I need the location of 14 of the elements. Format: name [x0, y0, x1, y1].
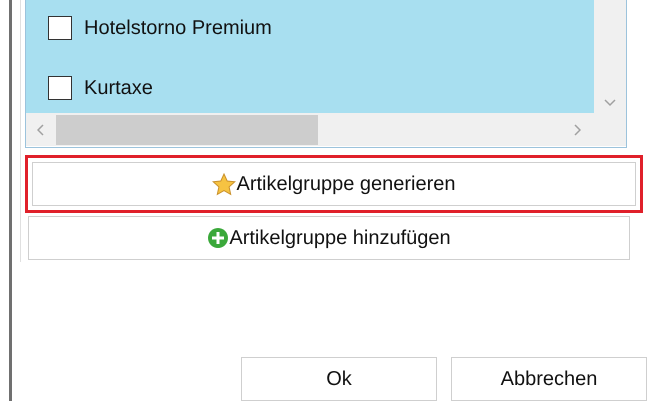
item-label: Hotelstorno Premium	[84, 16, 272, 41]
dialog-button[interactable]: Ok	[241, 357, 437, 401]
scrollbar-thumb[interactable]	[56, 114, 318, 144]
dialog-button[interactable]: Abbrechen	[451, 357, 647, 401]
checkbox[interactable]	[48, 16, 72, 40]
action-button[interactable]: Artikelgruppe hinzufügen	[28, 216, 630, 260]
scroll-left-icon[interactable]	[37, 124, 45, 136]
scroll-down-icon[interactable]	[604, 99, 616, 107]
action-button[interactable]: Artikelgruppe generieren	[32, 162, 636, 206]
scroll-right-icon[interactable]	[573, 124, 581, 136]
item-label: Kurtaxe	[84, 76, 153, 101]
plus-icon	[207, 227, 230, 249]
star-icon	[212, 172, 236, 196]
checkbox[interactable]	[48, 76, 72, 100]
